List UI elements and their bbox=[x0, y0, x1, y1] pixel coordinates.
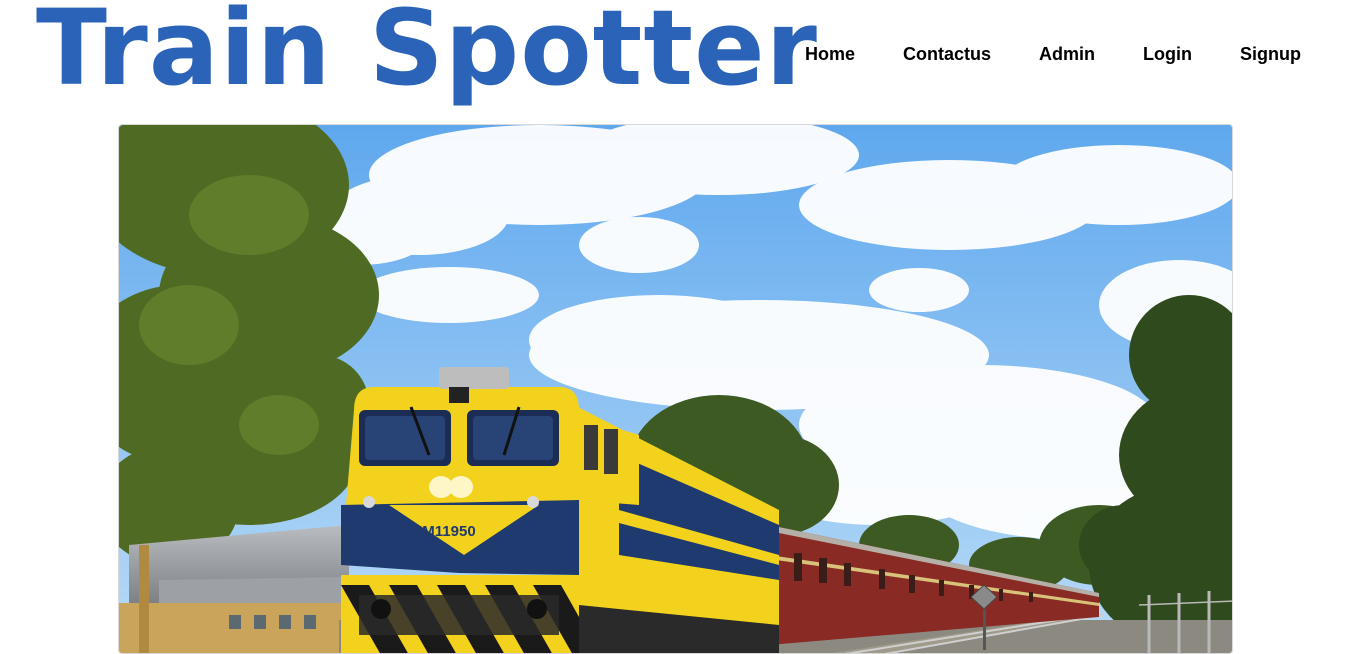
nav-admin-link[interactable]: Admin bbox=[1039, 44, 1095, 65]
nav-login-link[interactable]: Login bbox=[1143, 44, 1192, 65]
nav-contactus-link[interactable]: Contactus bbox=[903, 44, 991, 65]
locomotive-number: M11950 bbox=[422, 523, 475, 540]
train-photo: M11950 bbox=[119, 125, 1232, 653]
nav-home-link[interactable]: Home bbox=[805, 44, 855, 65]
nav-signup-link[interactable]: Signup bbox=[1240, 44, 1301, 65]
main-nav: Home Contactus Admin Login Signup bbox=[805, 44, 1301, 65]
hero-image: M11950 bbox=[118, 124, 1233, 654]
site-header: Train Spotter Home Contactus Admin Login… bbox=[0, 0, 1349, 120]
site-logo[interactable]: Train Spotter bbox=[36, 0, 818, 111]
station-building bbox=[119, 525, 349, 653]
